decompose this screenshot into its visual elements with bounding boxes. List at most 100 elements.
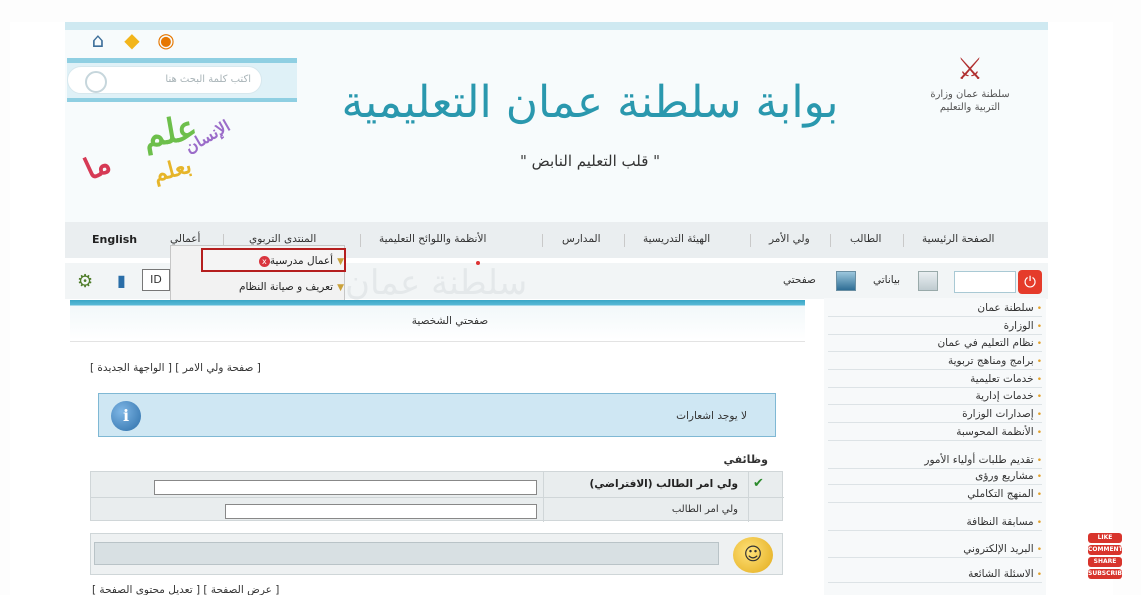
sidebar-item[interactable]: •الوزارة: [828, 320, 1042, 335]
bullet-icon: •: [1036, 339, 1042, 349]
my-work-dropdown: ▼أعمال مدرسيةx ▼تعريف و صيانة النظام: [170, 245, 346, 301]
search-icon[interactable]: [85, 71, 107, 93]
footer-links[interactable]: [ عرض الصفحة ] [ تعديل محتوى الصفحة ]: [92, 584, 279, 595]
my-page-icon[interactable]: [836, 271, 856, 291]
role-other[interactable]: ولي امر الطالب: [672, 504, 738, 515]
notifications-box: i لا يوجد اشعارات: [98, 393, 776, 437]
nav-my-work[interactable]: أعمالي: [170, 233, 200, 245]
bullet-icon: •: [1036, 490, 1042, 500]
bullet-icon: •: [1036, 545, 1042, 555]
sidebar-item[interactable]: •البريد الإلكتروني: [828, 543, 1042, 558]
nav-english[interactable]: English: [92, 233, 137, 246]
nav-regulations[interactable]: الأنظمة واللوائح التعليمية: [379, 233, 486, 245]
mobile-icon[interactable]: ▮: [117, 271, 126, 290]
sidebar-item-label: مشاريع ورؤى: [975, 470, 1034, 482]
sidebar-item-label: الاسئلة الشائعة: [968, 568, 1034, 580]
bullet-icon: •: [1036, 375, 1042, 385]
id-card-icon[interactable]: ID: [142, 269, 170, 291]
tagline: " قلب التعليم النابض ": [519, 152, 661, 170]
nav-separator: [903, 234, 904, 247]
my-data-link[interactable]: بياناتي: [873, 274, 900, 286]
jobs-title: وظائفي: [723, 453, 768, 466]
bullet-icon: •: [1036, 322, 1042, 332]
sidebar-item[interactable]: •نظام التعليم في عمان: [828, 337, 1042, 352]
top-icons: ⌂ ◆ ◉: [85, 28, 179, 52]
bottom-panel: ☺: [90, 533, 783, 575]
page-links[interactable]: [ صفحة ولي الامر ] [ الواجهة الجديدة ]: [90, 362, 261, 374]
sidebar-item[interactable]: •المنهج التكاملي: [828, 488, 1042, 503]
bullet-icon: •: [1036, 428, 1042, 438]
nav-teaching-staff[interactable]: الهيئة التدريسية: [643, 233, 710, 245]
nav-home[interactable]: الصفحة الرئيسية: [922, 233, 994, 245]
sidebar-item[interactable]: •برامج ومناهج تربوية: [828, 355, 1042, 370]
gear-icon[interactable]: ⚙: [77, 271, 93, 292]
my-data-icon[interactable]: [918, 271, 938, 291]
login-input[interactable]: [954, 271, 1016, 293]
sidebar-item[interactable]: •خدمات إدارية: [828, 390, 1042, 405]
sidebar-item[interactable]: •مسابقة النظافة: [828, 516, 1042, 531]
watermark-text: سلطنة عمان: [345, 263, 528, 303]
sidebar-item[interactable]: •إصدارات الوزارة: [828, 408, 1042, 423]
rss-icon[interactable]: ◉: [153, 28, 179, 52]
sidebar-item[interactable]: •الاسئلة الشائعة: [828, 568, 1042, 583]
share-badge[interactable]: SHARE: [1088, 557, 1122, 567]
sidebar-item-label: إصدارات الوزارة: [962, 408, 1034, 420]
sidebar-item[interactable]: •سلطنة عمان: [828, 302, 1042, 317]
folder-icon[interactable]: ◆: [119, 28, 145, 52]
nav-separator: [542, 234, 543, 247]
check-icon: ✔: [753, 476, 764, 491]
dropdown-item-school-work[interactable]: ▼أعمال مدرسيةx: [201, 248, 346, 272]
nav-separator: [624, 234, 625, 247]
bullet-icon: •: [1036, 518, 1042, 528]
notice-text: لا يوجد اشعارات: [676, 410, 747, 422]
header-strip: [65, 22, 1048, 30]
dropdown-label: تعريف و صيانة النظام: [238, 281, 334, 293]
subscribe-badge[interactable]: SUBSCRIBE: [1088, 569, 1126, 579]
sidebar-item-label: سلطنة عمان: [977, 302, 1034, 314]
nav-separator: [750, 234, 751, 247]
sidebar-item-label: المنهج التكاملي: [967, 488, 1034, 500]
dropdown-label: أعمال مدرسية: [269, 255, 334, 267]
nav-schools[interactable]: المدارس: [562, 233, 601, 245]
comment-badge[interactable]: COMMENT: [1088, 545, 1123, 555]
nav-separator: [830, 234, 831, 247]
content-field[interactable]: [94, 542, 719, 565]
chevron-down-icon: ▼: [337, 257, 344, 267]
ministry-emblem[interactable]: ⚔ سلطنة عمان وزارة التربية والتعليم: [920, 52, 1020, 142]
close-icon[interactable]: x: [258, 256, 270, 267]
table-column-separator: [543, 472, 544, 522]
sidebar-item-label: نظام التعليم في عمان: [937, 337, 1034, 349]
main-content: صفحتي الشخصية [ صفحة ولي الامر ] [ الواج…: [70, 300, 805, 595]
my-page-link[interactable]: صفحتي: [783, 274, 816, 286]
bullet-icon: •: [1036, 392, 1042, 402]
ministry-name: سلطنة عمان وزارة التربية والتعليم: [930, 89, 1010, 113]
sidebar-item-label: الأنظمة المحوسبة: [956, 426, 1034, 438]
info-notice-icon: i: [111, 401, 141, 431]
nav-parent[interactable]: ولي الأمر: [769, 233, 810, 245]
nav-forum[interactable]: المنتدى التربوي: [249, 233, 316, 245]
sidebar-item-label: خدمات إدارية: [975, 390, 1034, 402]
sidebar-item-label: خدمات تعليمية: [970, 373, 1034, 385]
chevron-down-icon: ▼: [337, 283, 344, 293]
nav-student[interactable]: الطالب: [850, 233, 881, 245]
smiley-icon: ☺: [733, 537, 773, 573]
power-icon[interactable]: ⏻: [1018, 270, 1042, 294]
role-field[interactable]: [154, 480, 537, 495]
sidebar-item[interactable]: •تقديم طلبات أولياء الأمور: [828, 454, 1042, 469]
dropdown-item-system-setup[interactable]: ▼تعريف و صيانة النظام: [179, 279, 344, 293]
calligraphy-word: ما: [78, 145, 117, 188]
portal-title: بوابة سلطنة عمان التعليمية: [341, 77, 839, 128]
search-bar: اكتب كلمة البحث هنا: [67, 58, 297, 102]
sidebar-item[interactable]: •الأنظمة المحوسبة: [828, 426, 1042, 441]
home-icon[interactable]: ⌂: [85, 28, 111, 52]
search-decor-top: [67, 58, 297, 63]
sidebar-item-label: تقديم طلبات أولياء الأمور: [924, 454, 1034, 466]
site-header: ⌂ ◆ ◉ اكتب كلمة البحث هنا علم الإنسان بع…: [65, 22, 1048, 222]
bullet-icon: •: [1036, 570, 1042, 580]
cursor-dot: [476, 261, 480, 265]
sidebar-item[interactable]: •مشاريع ورؤى: [828, 470, 1042, 485]
role-field[interactable]: [225, 504, 537, 519]
role-default[interactable]: ولي امر الطالب (الافتراضي): [589, 478, 738, 490]
like-badge[interactable]: LIKE: [1088, 533, 1122, 543]
sidebar-item[interactable]: •خدمات تعليمية: [828, 373, 1042, 388]
